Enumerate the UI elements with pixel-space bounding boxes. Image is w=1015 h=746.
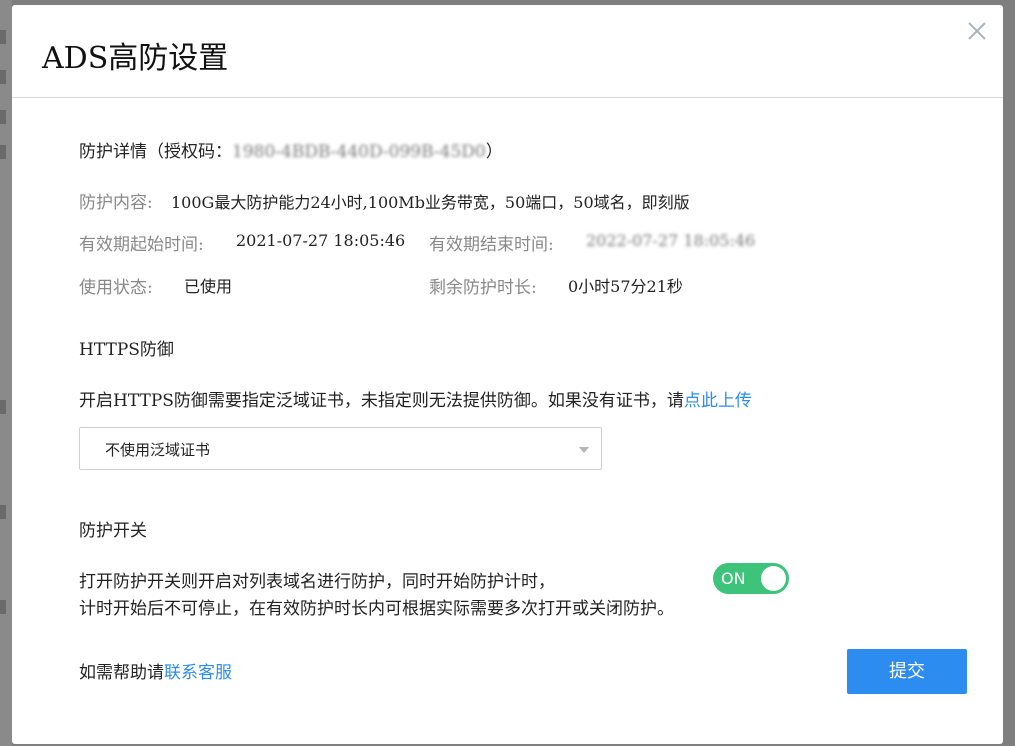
- dialog-header: ADS高防设置: [12, 5, 1003, 98]
- status-value: 已使用: [184, 277, 233, 296]
- end-time-value: 2022-07-27 18:05:46: [586, 231, 756, 250]
- close-icon[interactable]: [965, 19, 989, 43]
- certificate-select-value: 不使用泛域证书: [105, 441, 211, 459]
- chevron-down-icon: [579, 447, 589, 453]
- contact-support-link[interactable]: 联系客服: [164, 663, 232, 683]
- help-text: 如需帮助请联系客服: [79, 663, 232, 683]
- details-heading: 防护详情（授权码：1980-4BDB-440D-099B-45D0）: [79, 142, 503, 162]
- certificate-select[interactable]: 不使用泛域证书: [79, 427, 602, 470]
- backdrop: [0, 0, 12, 746]
- dialog-title: ADS高防设置: [42, 41, 229, 76]
- submit-button[interactable]: 提交: [847, 649, 967, 694]
- protect-desc-line2: 计时开始后不可停止，在有效防护时长内可根据实际需要多次打开或关闭防护。: [79, 599, 674, 619]
- toggle-label: ON: [721, 569, 746, 588]
- protect-toggle[interactable]: ON: [713, 563, 789, 594]
- content-value: 100G最大防护能力24小时,100Mb业务带宽，50端口，50域名，即刻版: [171, 193, 690, 212]
- toggle-knob: [761, 566, 786, 591]
- remain-value: 0小时57分21秒: [568, 277, 683, 296]
- protect-heading: 防护开关: [79, 521, 147, 541]
- protect-desc-line1: 打开防护开关则开启对列表域名进行防护，同时开始防护计时，: [79, 572, 555, 592]
- end-time-label: 有效期结束时间:: [429, 235, 554, 255]
- content-label: 防护内容:: [79, 193, 153, 213]
- https-description: 开启HTTPS防御需要指定泛域证书，未指定则无法提供防御。如果没有证书，请点此上…: [79, 391, 752, 411]
- auth-code: 1980-4BDB-440D-099B-45D0: [232, 142, 486, 162]
- status-label: 使用状态:: [79, 278, 153, 298]
- upload-link[interactable]: 点此上传: [684, 391, 752, 411]
- https-heading: HTTPS防御: [79, 340, 174, 360]
- ads-settings-dialog: ADS高防设置 防护详情（授权码：1980-4BDB-440D-099B-45D…: [12, 5, 1003, 744]
- start-time-value: 2021-07-27 18:05:46: [236, 231, 406, 250]
- remain-label: 剩余防护时长:: [429, 278, 537, 298]
- start-time-label: 有效期起始时间:: [79, 235, 204, 255]
